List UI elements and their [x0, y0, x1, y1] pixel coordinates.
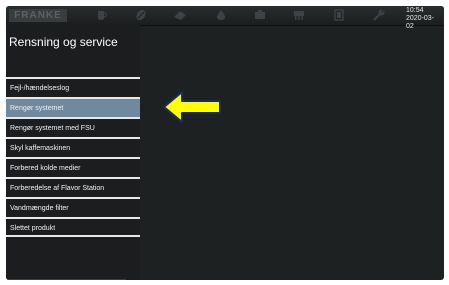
sidebar: Rensning og service Fejl-/hændelseslog R…	[6, 25, 140, 280]
beans-icon[interactable]	[134, 8, 148, 22]
milk-icon[interactable]	[173, 8, 187, 22]
machine-screen: FRANKE 10:54 2020-03-02 Rensning og serv…	[6, 6, 444, 280]
wrench-icon[interactable]	[372, 8, 386, 22]
menu-item-clean-system-fsu[interactable]: Rengør systemet med FSU	[6, 117, 140, 137]
menu-item-label: Rengør systemet med FSU	[10, 125, 95, 132]
menu-item-label: Slettet produkt	[10, 225, 56, 232]
clock-time: 10:54	[406, 7, 424, 14]
door-icon[interactable]	[332, 8, 346, 22]
menu-item-prepare-flavor-station[interactable]: Forberedelse af Flavor Station	[6, 177, 140, 197]
sidebar-footer-divider	[8, 279, 126, 280]
status-bar: FRANKE 10:54 2020-03-02	[6, 6, 444, 30]
menu-item-label: Forberedelse af Flavor Station	[10, 185, 105, 192]
menu-item-label: Vandmængde filter	[10, 205, 69, 212]
clock-date: 2020-03-02	[406, 15, 435, 30]
menu-item-error-log[interactable]: Fejl-/hændelseslog	[6, 77, 140, 97]
page-title: Rensning og service	[9, 35, 118, 49]
grinder-icon[interactable]	[292, 8, 306, 22]
menu-item-clean-system[interactable]: Rengør systemet	[6, 97, 140, 117]
drop-icon[interactable]	[214, 8, 228, 22]
menu-item-rinse-machine[interactable]: Skyl kaffemaskinen	[6, 137, 140, 157]
menu-item-prepare-cold-media[interactable]: Forbered kolde medier	[6, 157, 140, 177]
menu-item-label: Rengør systemet	[10, 105, 64, 112]
menu-item-label: Forbered kolde medier	[10, 165, 81, 172]
menu-item-label: Fejl-/hændelseslog	[10, 85, 70, 92]
datetime: 10:54 2020-03-02	[406, 7, 438, 31]
cup-icon[interactable]	[94, 8, 108, 22]
pointer-arrow-icon	[163, 91, 221, 123]
brew-unit-icon[interactable]	[253, 8, 267, 22]
brand-logo: FRANKE	[9, 9, 67, 22]
service-menu: Fejl-/hændelseslog Rengør systemet Rengø…	[6, 77, 140, 237]
menu-item-deleted-product[interactable]: Slettet produkt	[6, 217, 140, 237]
menu-item-water-filter[interactable]: Vandmængde filter	[6, 197, 140, 217]
menu-item-label: Skyl kaffemaskinen	[10, 145, 71, 152]
